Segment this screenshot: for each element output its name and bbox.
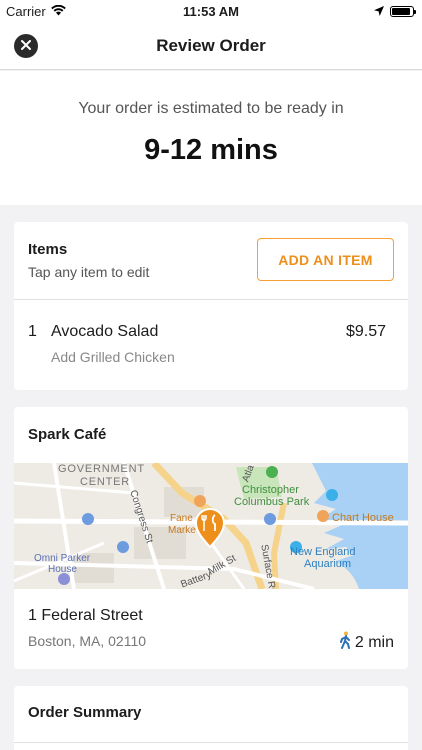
location-arrow-icon [374, 4, 384, 19]
restaurant-icon [317, 510, 329, 522]
map-label: Chart House [332, 512, 394, 524]
map-label: House [48, 564, 77, 575]
transit-icon [117, 541, 129, 553]
walking-person-icon [339, 631, 353, 654]
nav-bar: Review Order [0, 22, 422, 70]
store-city: Boston, MA, 02110 [28, 633, 147, 649]
items-title: Items [28, 241, 68, 258]
item-price: $9.57 [345, 323, 386, 340]
items-subtitle: Tap any item to edit [28, 264, 150, 280]
walk-time: 2 min [339, 631, 394, 654]
page-title: Review Order [156, 36, 266, 55]
estimate-panel: Your order is estimated to be ready in 9… [0, 71, 422, 205]
map-label: Columbus Park [234, 496, 310, 508]
store-map[interactable]: GOVERNMENT CENTER Atla Christopher Colum… [14, 463, 408, 589]
walk-time-label: 2 min [354, 633, 394, 651]
item-modifier: Add Grilled Chicken [51, 349, 175, 365]
map-label: Christopher [242, 484, 299, 496]
estimate-text: Your order is estimated to be ready in [78, 100, 344, 117]
store-street: 1 Federal Street [28, 607, 143, 624]
map-label: GOVERNMENT [58, 463, 145, 475]
map-label: Omni Parker [34, 553, 91, 564]
park-icon [266, 466, 278, 478]
store-card: Spark Café GOVERNMENT CENTER Atla Christ… [14, 407, 408, 669]
items-card: Items Tap any item to edit ADD AN ITEM 1… [14, 222, 408, 390]
battery-fill [392, 8, 410, 15]
summary-title: Order Summary [28, 704, 142, 721]
map-label: Aquarium [304, 558, 351, 570]
status-bar: Carrier 11:53 AM [0, 0, 422, 22]
shopping-icon [194, 495, 206, 507]
battery-icon [390, 6, 416, 17]
map-label: CENTER [80, 476, 130, 488]
order-item-row[interactable]: 1 Avocado Salad Add Grilled Chicken $9.5… [14, 300, 408, 390]
map-label: Marke [168, 525, 196, 536]
transit-icon [264, 513, 276, 525]
map-label: Fane [170, 513, 193, 524]
summary-card: Order Summary [14, 686, 408, 750]
estimate-time: 9-12 mins [144, 134, 278, 166]
status-time: 11:53 AM [183, 4, 239, 19]
boat-icon [326, 489, 338, 501]
add-item-button[interactable]: ADD AN ITEM [257, 238, 394, 281]
store-name: Spark Café [28, 426, 107, 443]
transit-icon [82, 513, 94, 525]
status-right [374, 4, 416, 19]
item-name: Avocado Salad [51, 323, 159, 340]
map-label: New England [290, 546, 355, 558]
item-quantity: 1 [28, 323, 37, 340]
divider [14, 742, 408, 743]
